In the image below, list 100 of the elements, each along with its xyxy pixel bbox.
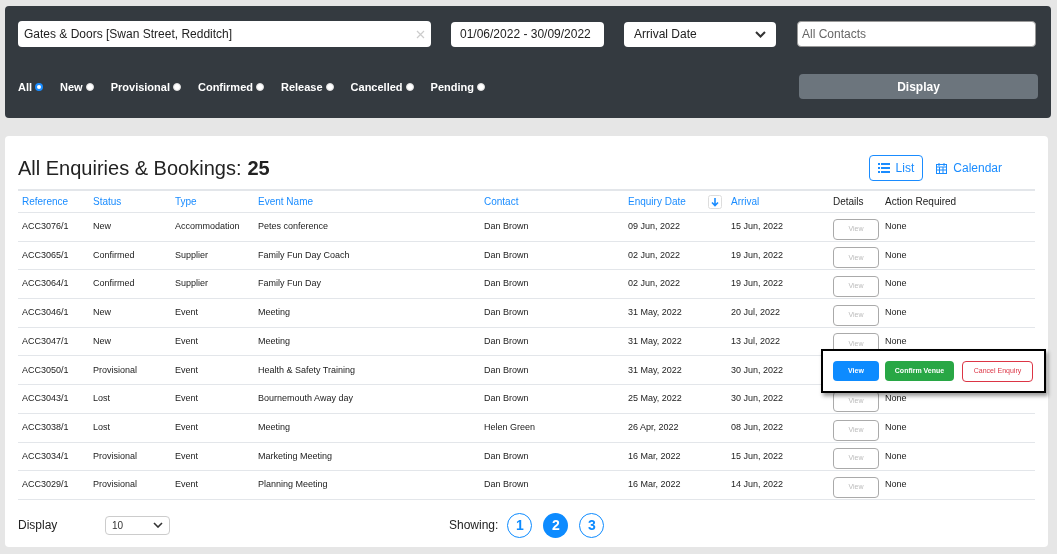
table-cell-text: ACC3043/1 [21,392,70,406]
status-filter-label[interactable]: Cancelled [350,78,403,96]
table-cell-text: None [884,334,908,348]
table-cell-text: 15 Jun, 2022 [730,220,785,234]
column-header[interactable]: Reference [18,194,89,209]
page-title: All Enquiries & Bookings: [18,156,242,181]
table-cell-text: Provisional [92,478,139,492]
table-cell-text: 16 Mar, 2022 [627,478,682,492]
venue-value: Gates & Doors [Swan Street, Redditch] [24,26,233,43]
page-button[interactable]: 1 [507,512,533,538]
table-cell-text: Event [174,478,199,492]
table-cell-text: ACC3047/1 [21,334,70,348]
table-cell-text: 19 Jun, 2022 [730,248,785,262]
table-cell-text: 25 May, 2022 [627,392,683,406]
table-cell-text: Event [174,334,199,348]
table-cell-text: ACC3046/1 [21,306,70,320]
table-cell-text: None [884,392,908,406]
table-cell-text: Bournemouth Away day [257,392,354,406]
status-filter-label[interactable]: All [18,78,33,96]
table-cell-text: 16 Mar, 2022 [627,449,682,463]
table-cell-text: Event [174,420,199,434]
table-cell-text: Supplier [174,248,210,262]
table-cell-text: ACC3050/1 [21,363,70,377]
date-type-select[interactable]: Arrival Date [624,21,776,47]
table-cell-text: Dan Brown [483,478,530,492]
table-cell-text: 30 Jun, 2022 [730,363,785,377]
table-cell-text: Supplier [174,277,210,291]
table-cell-text: 08 Jun, 2022 [730,420,785,434]
table-cell-text: ACC3038/1 [21,420,70,434]
table-cell-text: Event [174,392,199,406]
table-cell-text: None [884,449,908,463]
table-cell-text: 30 Jun, 2022 [730,392,785,406]
table-cell-text: 02 Jun, 2022 [627,277,682,291]
table-cell-text: Dan Brown [483,334,530,348]
table-cell-text: Helen Green [483,420,537,434]
table-cell-text: Provisional [92,363,139,377]
page-button[interactable]: 2 [543,512,569,538]
status-filter-label[interactable]: New [60,78,83,96]
table-cell-text: ACC3034/1 [21,449,70,463]
table-cell-text: Event [174,363,199,377]
contacts-field[interactable]: All Contacts [797,21,1036,47]
column-header[interactable]: Arrival [727,194,829,209]
page-size-select[interactable]: 10 [105,515,170,535]
table-cell-text: 02 Jun, 2022 [627,248,682,262]
table-cell-text: 26 Apr, 2022 [627,420,680,434]
table-cell-text: 20 Jul, 2022 [730,306,782,320]
table-cell-text: None [884,248,908,262]
chevron-down-icon [153,522,163,529]
sort-descending-icon[interactable] [708,194,722,209]
table-cell-text: 31 May, 2022 [627,334,683,348]
table-cell-text: Confirmed [92,248,136,262]
status-filter-label[interactable]: Provisional [110,78,170,96]
table-cell-text: Petes conference [257,220,330,234]
status-filter-label[interactable]: Pending [430,78,474,96]
table-cell-text: ACC3065/1 [21,248,70,262]
table-cell-text: Lost [92,392,111,406]
column-header[interactable]: Event Name [254,194,480,209]
table-cell-text: None [884,306,908,320]
venue-field[interactable]: Gates & Doors [Swan Street, Redditch] [18,21,431,47]
column-header[interactable]: Type [171,194,254,209]
table-cell-text: Meeting [257,306,292,320]
status-filter-label[interactable]: Confirmed [198,78,253,96]
table-cell-text: Lost [92,420,111,434]
table-cell-text: Dan Brown [483,220,530,234]
column-header[interactable]: Contact [480,194,624,209]
table-cell-text: Dan Brown [483,306,530,320]
page-button[interactable]: 3 [579,512,605,538]
table-cell-text: None [884,220,908,234]
page-size-value: 10 [112,518,124,533]
table-cell-text: New [92,306,112,320]
column-header[interactable]: Enquiry Date [624,194,708,209]
table-cell-text: 19 Jun, 2022 [730,277,785,291]
column-header[interactable]: Status [89,194,171,209]
showing-label: Showing: [449,517,499,535]
table-cell-text: Health & Safety Training [257,363,357,377]
chevron-down-icon [755,30,766,38]
table-cell-text: Event [174,306,199,320]
table-cell-text: Family Fun Day Coach [257,248,351,262]
table-cell-text: Family Fun Day [257,277,322,291]
table-cell-text: Planning Meeting [257,478,329,492]
radio-button[interactable] [35,83,44,91]
table-cell-text: None [884,277,908,291]
total-count: 25 [247,156,270,181]
table-cell-text: 31 May, 2022 [627,306,683,320]
table-cell-text: 15 Jun, 2022 [730,449,785,463]
table-cell-text: ACC3029/1 [21,478,70,492]
table-cell-text: None [884,420,908,434]
calendar-view-button[interactable]: Calendar [933,155,1005,181]
display-button[interactable]: Display [799,74,1038,99]
status-filter-label[interactable]: Release [281,78,323,96]
table-cell-text: New [92,220,112,234]
table-cell-text: 14 Jun, 2022 [730,478,785,492]
date-range-field[interactable]: 01/06/2022 - 30/09/2022 [451,21,604,47]
table-cell-text: ACC3076/1 [21,220,70,234]
list-view-button[interactable]: List [868,155,924,181]
list-icon [877,163,890,173]
table-cell-text: 31 May, 2022 [627,363,683,377]
table-cell-text: Meeting [257,334,292,348]
table-cell-text: Dan Brown [483,449,530,463]
display-label: Display [18,517,59,535]
